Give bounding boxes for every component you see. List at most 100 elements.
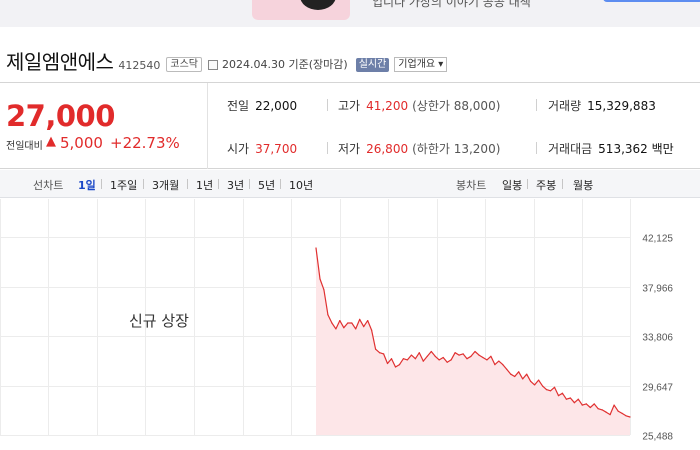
ad-banner[interactable]: 입니다 가장의 이야기 공공 대책 — [0, 0, 700, 27]
divider — [327, 142, 328, 154]
banner-text: 입니다 가장의 이야기 공공 대책 — [372, 0, 531, 9]
company-info-dropdown[interactable]: 기업개요 ▾ — [394, 57, 448, 72]
market-badge: 코스닥 — [166, 57, 203, 72]
price-point — [557, 395, 560, 397]
price-point — [597, 408, 599, 410]
price-point — [426, 355, 428, 357]
price-point — [414, 358, 416, 360]
divider — [536, 99, 537, 111]
tab-1week[interactable]: 1주일 — [110, 177, 137, 193]
tab-10year[interactable]: 10년 — [289, 177, 313, 193]
y-tick-label: 37,966 — [642, 284, 673, 295]
prev-close-value: 22,000 — [255, 99, 298, 113]
candle-chart-label: 봉차트 — [456, 179, 487, 192]
price-point — [609, 414, 611, 416]
low-value: 26,800 — [366, 142, 409, 156]
price-chart-svg: 42,125 37,966 33,806 29,647 25,488 — [0, 199, 673, 443]
price-point — [335, 328, 337, 330]
price-summary: 27,000 전일대비 ▲ 5,000 +22.73% 전일 22,000 고가 4… — [0, 82, 700, 169]
price-point — [530, 380, 532, 382]
tab-3month[interactable]: 3개월 — [152, 177, 179, 193]
price-point — [450, 359, 452, 361]
price-point — [394, 366, 397, 368]
price-point — [585, 403, 587, 405]
tab-3year[interactable]: 3년 — [227, 177, 244, 193]
price-point — [442, 356, 444, 359]
price-point — [542, 385, 544, 387]
realtime-button[interactable]: 실시간 — [355, 58, 390, 72]
tab-1year[interactable]: 1년 — [196, 177, 213, 193]
prev-close-label: 전일 — [227, 99, 250, 113]
price-point — [418, 352, 420, 354]
trade-amount-cell: 거래대금 513,362 백만 — [548, 140, 674, 157]
high-value: 41,200 — [366, 99, 409, 113]
price-point — [315, 247, 317, 249]
price-point — [331, 322, 333, 324]
price-point — [534, 384, 536, 386]
price-point — [323, 289, 325, 291]
y-tick-label: 29,647 — [642, 383, 673, 394]
current-price-panel: 27,000 전일대비 ▲ 5,000 +22.73% — [0, 83, 208, 169]
price-point — [319, 278, 321, 280]
company-name: 제일엠앤에스 — [6, 50, 114, 74]
y-tick-label: 25,488 — [642, 432, 673, 443]
lower-limit: (하한가 13,200) — [412, 142, 501, 156]
price-chart[interactable]: 42,125 37,966 33,806 29,647 25,488 신규 상장 — [0, 199, 700, 450]
low-label: 저가 — [338, 142, 361, 156]
price-point — [581, 404, 583, 406]
price-point — [386, 362, 389, 365]
price-point — [383, 353, 385, 355]
price-point — [343, 327, 345, 329]
open-label: 시가 — [227, 142, 250, 156]
price-point — [573, 402, 576, 404]
price-point — [577, 398, 579, 400]
y-tick-label: 42,125 — [642, 234, 673, 245]
divider — [187, 179, 188, 189]
price-point — [522, 378, 524, 380]
tab-1day[interactable]: 1일 — [78, 177, 96, 193]
change-percent: +22.73% — [110, 134, 180, 152]
price-point — [486, 359, 488, 361]
change-amount: 5,000 — [60, 134, 103, 152]
line-chart-label: 선차트 — [33, 179, 64, 192]
price-point — [359, 318, 361, 320]
price-point — [367, 320, 369, 322]
price-point — [474, 350, 476, 353]
price-point — [434, 355, 436, 357]
price-point — [617, 410, 619, 412]
trade-amount-label: 거래대금 — [548, 142, 593, 156]
price-point — [514, 375, 516, 378]
price-point — [538, 379, 540, 381]
price-point — [351, 322, 353, 324]
trade-amount-value: 513,362 백만 — [598, 142, 674, 156]
tab-5year[interactable]: 5년 — [258, 177, 275, 193]
banner-button[interactable] — [603, 0, 700, 2]
price-point — [565, 398, 568, 400]
divider — [527, 179, 528, 189]
divider — [218, 179, 219, 189]
high-label: 고가 — [338, 99, 361, 113]
price-point — [613, 404, 615, 406]
new-listing-note: 신규 상장 — [129, 312, 189, 330]
divider — [280, 179, 281, 189]
price-point — [593, 403, 595, 405]
price-point — [518, 371, 520, 373]
price-point — [510, 373, 512, 375]
as-of-date: 2024.04.30 기준(장마감) — [222, 58, 348, 71]
stock-title-row: 제일엠앤에스 412540 코스닥 2024.04.30 기준(장마감) 실시간… — [6, 45, 448, 75]
chart-tab-bar: 선차트 1일 1주일 3개월 1년 3년 5년 10년 봉차트 일봉 주봉 월봉 — [0, 170, 700, 198]
volume-value: 15,329,883 — [587, 99, 656, 113]
change-label: 전일대비 — [6, 141, 43, 152]
tab-weekly-candle[interactable]: 주봉 — [536, 177, 556, 193]
tab-monthly-candle[interactable]: 월봉 — [573, 177, 593, 193]
y-tick-label: 33,806 — [642, 333, 673, 344]
price-point — [422, 360, 424, 362]
price-point — [462, 353, 464, 355]
up-arrow-icon: ▲ — [46, 134, 56, 149]
tab-daily-candle[interactable]: 일봉 — [502, 177, 522, 193]
price-point — [561, 392, 564, 394]
calendar-icon — [208, 60, 219, 70]
price-point — [629, 416, 631, 418]
price-point — [355, 328, 357, 330]
price-point — [347, 322, 349, 324]
